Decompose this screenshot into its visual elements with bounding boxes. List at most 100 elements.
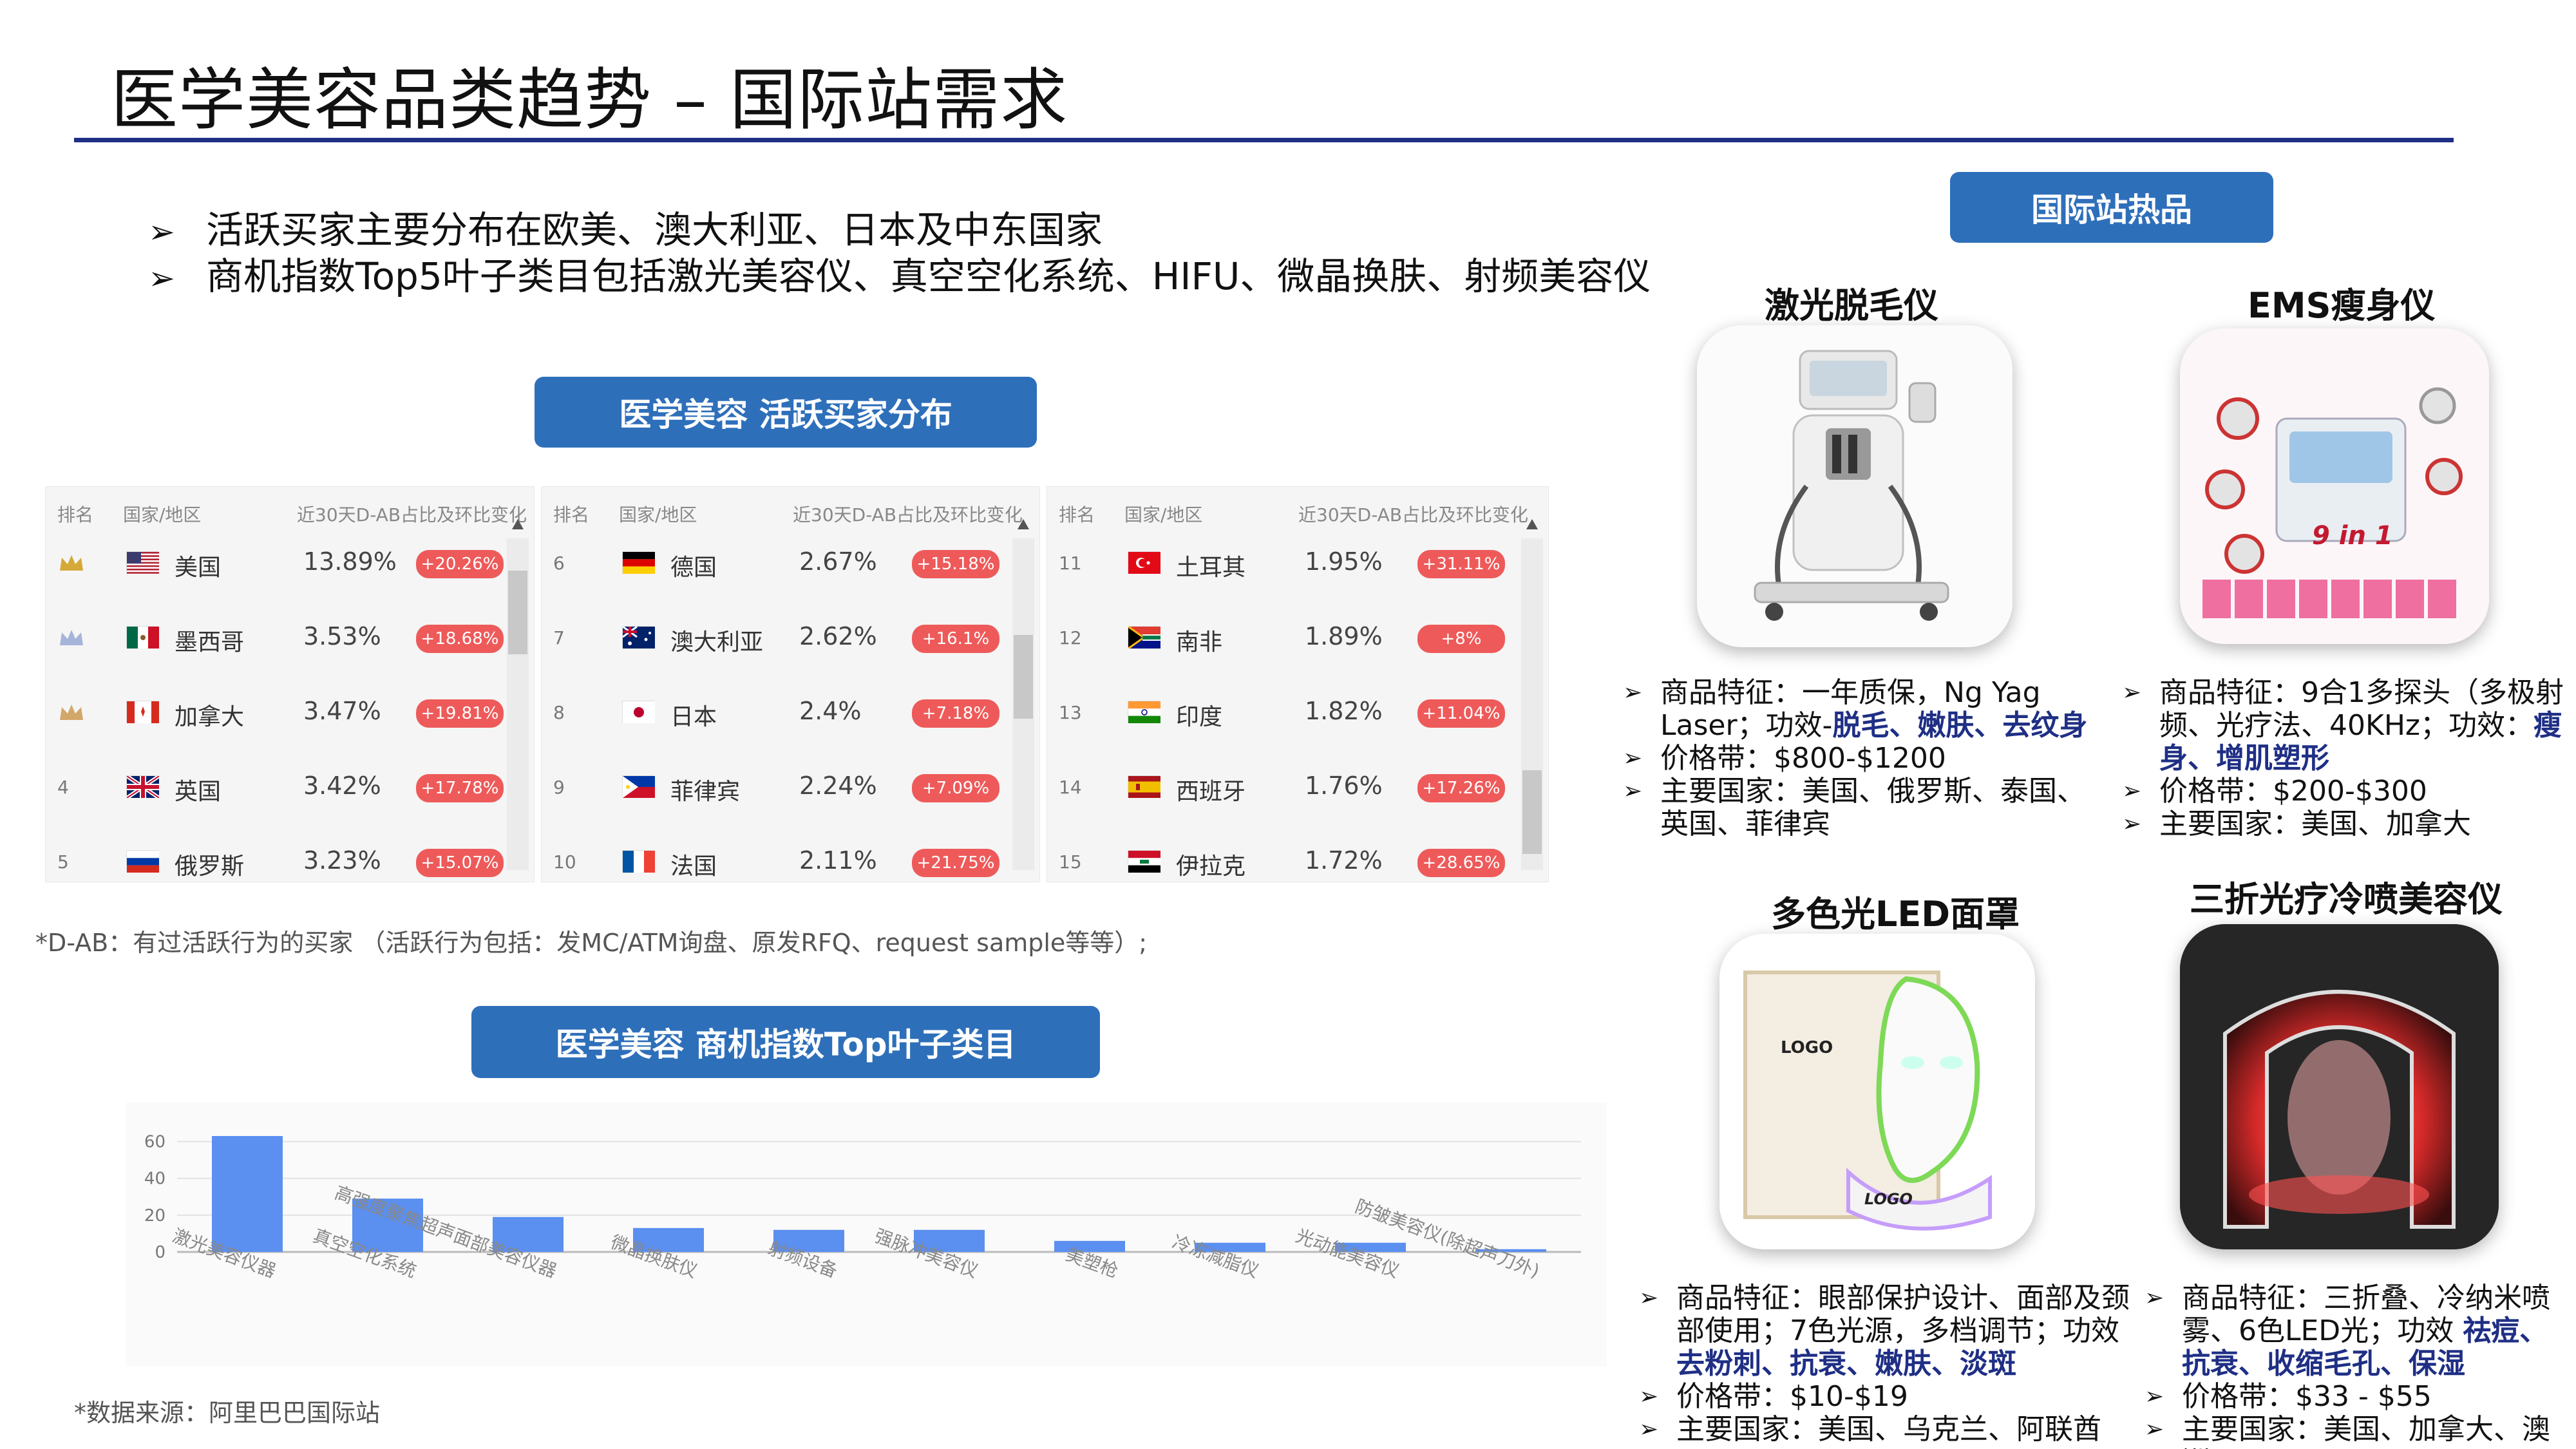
product-detail-line: 价格带：$800-$1200 xyxy=(1623,742,2106,775)
scrollbar-thumb[interactable] xyxy=(1522,770,1542,854)
change-badge: +17.26% xyxy=(1417,774,1505,802)
share-value: 3.53% xyxy=(303,622,381,650)
change-badge: +15.18% xyxy=(912,550,999,578)
scrollbar[interactable] xyxy=(1521,519,1543,870)
footnote: *D-AB：有过活跃行为的买家 （活跃行为包括：发MC/ATM询盘、原发RFQ、… xyxy=(35,929,1148,957)
share-value: 2.24% xyxy=(799,772,877,800)
table-row: 墨西哥 3.53% +18.68% xyxy=(46,600,534,675)
flag-jp-icon xyxy=(622,701,655,723)
product-detail-line: 价格带：$10-$19 xyxy=(1639,1380,2135,1413)
scrollbar[interactable] xyxy=(507,519,529,870)
ranking-panel[interactable]: 排名 国家/地区 近30天D-AB占比及环比变化 6 德国 2.67% +15.18% 7 澳大… xyxy=(541,486,1040,882)
y-tick-label: 40 xyxy=(144,1170,166,1189)
bullet-text: 活跃买家主要分布在欧美、澳大利亚、日本及中东国家 xyxy=(206,208,1103,252)
ranking-panel[interactable]: 排名 国家/地区 近30天D-AB占比及环比变化 美国 13.89% +20.26% 墨西哥… xyxy=(45,486,535,882)
country-name: 菲律宾 xyxy=(670,779,741,805)
product-title: 激光脱毛仪 xyxy=(1765,285,1938,326)
product-detail-line: 商品特征：9合1多探头（多极射频、光疗法、40KHz；功效：瘦身、增肌塑形 xyxy=(2122,676,2566,775)
product-effect-highlight: 脱毛、嫩肤、去纹身 xyxy=(1832,709,2088,742)
table-row: 14 西班牙 1.76% +17.26% xyxy=(1047,750,1548,824)
product-detail-text: 价格带：$10-$19 xyxy=(1676,1380,1908,1413)
country-name: 印度 xyxy=(1176,704,1223,730)
flag-ph-icon xyxy=(622,775,655,798)
flag-in-icon xyxy=(1128,701,1160,723)
product-detail-line: 商品特征：一年质保，Ng Yag Laser；功效-脱毛、嫩肤、去纹身 xyxy=(1623,676,2106,742)
scroll-up-icon[interactable] xyxy=(512,519,524,529)
led-mask-logo: LOGO xyxy=(1864,1190,1913,1208)
country-name: 澳大利亚 xyxy=(670,629,764,656)
led-box-logo: LOGO xyxy=(1781,1038,1833,1057)
country-name: 加拿大 xyxy=(175,704,245,730)
section-label-top-categories: 医学美容 商机指数Top叶子类目 xyxy=(471,1006,1100,1078)
product-title: 多色光LED面罩 xyxy=(1771,894,2020,934)
table-row: 15 伊拉克 1.72% +28.65% xyxy=(1047,824,1548,882)
flag-tr-icon xyxy=(1128,551,1160,574)
share-value: 1.76% xyxy=(1305,772,1383,800)
product-detail-line: 主要国家：美国、俄罗斯、泰国、英国、菲律宾 xyxy=(1623,775,2106,840)
flag-es-icon xyxy=(1128,775,1160,798)
scroll-up-icon[interactable] xyxy=(1526,519,1538,529)
country-name: 土耳其 xyxy=(1176,554,1246,581)
flag-za-icon xyxy=(1128,625,1160,650)
country-name: 南非 xyxy=(1176,629,1223,656)
country-name: 法国 xyxy=(670,853,717,880)
product-detail-text: 主要国家：美国、俄罗斯、泰国、英国、菲律宾 xyxy=(1660,775,2085,840)
product-title: EMS瘦身仪 xyxy=(2248,285,2436,326)
section-label-buyers: 医学美容 活跃买家分布 xyxy=(535,377,1037,448)
ranking-panel[interactable]: 排名 国家/地区 近30天D-AB占比及环比变化 11 土耳其 1.95% +31.11% 1… xyxy=(1046,486,1549,882)
flag-de-icon xyxy=(622,551,655,574)
led-mask-icon: LOGO LOGO xyxy=(1719,934,2035,1249)
share-value: 3.23% xyxy=(303,846,381,875)
top-category-chart: 0204060激光美容仪器 真空空化系统高强度聚焦超声面部美容仪器 微晶换肤仪 射频设… xyxy=(144,1133,1581,1282)
y-tick-label: 20 xyxy=(144,1206,166,1226)
change-badge: +11.04% xyxy=(1417,699,1505,728)
top-category-chart-panel: 0 20 40 60 激光美容仪器 真空空化系统 高强度聚焦超声面部美容仪器 微晶换肤仪 射频设… xyxy=(126,1103,1607,1367)
product-detail-text: 主要国家：美国、加拿大、澳洲 xyxy=(2182,1413,2550,1449)
product-description: 商品特征：9合1多探头（多极射频、光疗法、40KHz；功效：瘦身、增肌塑形价格带… xyxy=(2122,676,2566,840)
table-row: 8 日本 2.4% +7.18% xyxy=(542,675,1039,750)
table-row: 4 英国 3.42% +17.78% xyxy=(46,750,534,824)
product-detail-line: 价格带：$200-$300 xyxy=(2122,775,2566,808)
share-value: 2.67% xyxy=(799,547,877,576)
column-header-share: 近30天D-AB占比及环比变化 xyxy=(297,504,527,526)
country-name: 美国 xyxy=(175,554,222,581)
change-badge: +20.26% xyxy=(416,550,504,578)
scroll-up-icon[interactable] xyxy=(1018,519,1029,529)
scrollbar-thumb[interactable] xyxy=(508,571,527,654)
product-description: 商品特征：一年质保，Ng Yag Laser；功效-脱毛、嫩肤、去纹身价格带：$… xyxy=(1623,676,2106,840)
column-header-country: 国家/地区 xyxy=(1124,504,1203,526)
change-badge: +18.68% xyxy=(416,625,504,653)
table-row: 9 菲律宾 2.24% +7.09% xyxy=(542,750,1039,824)
column-header-country: 国家/地区 xyxy=(123,504,202,526)
country-name: 俄罗斯 xyxy=(175,853,245,880)
rank-number: 9 xyxy=(553,777,565,798)
product-effect-highlight: 去粉刺、抗衰、嫩肤、淡斑 xyxy=(1676,1347,2016,1380)
share-value: 2.11% xyxy=(799,846,877,875)
flag-au-icon xyxy=(622,625,655,649)
crown-icon xyxy=(59,703,84,723)
country-name: 德国 xyxy=(670,554,717,581)
bullet-text: 商机指数Top5叶子类目包括激光美容仪、真空空化系统、HIFU、微晶换肤、射频美… xyxy=(206,254,1651,298)
bar xyxy=(212,1136,283,1252)
scrollbar[interactable] xyxy=(1012,519,1034,870)
rank-number: 8 xyxy=(553,702,565,723)
x-tick-label: 冷冻减脂仪 xyxy=(1170,1231,1262,1282)
column-header-country: 国家/地区 xyxy=(619,504,697,526)
flag-ru-icon xyxy=(126,850,159,873)
scrollbar-thumb[interactable] xyxy=(1014,635,1033,719)
product-detail-line: 主要国家：美国、加拿大、澳洲 xyxy=(2145,1413,2576,1449)
rank-number: 10 xyxy=(553,851,576,873)
product-image-laser xyxy=(1697,325,2012,647)
crown-icon xyxy=(59,554,84,573)
product-detail-line: 商品特征：眼部保护设计、面部及颈部使用；7色光源，多档调节；功效 去粉刺、抗衰、… xyxy=(1639,1282,2135,1380)
change-badge: +15.07% xyxy=(416,849,504,877)
product-detail-text: 价格带：$800-$1200 xyxy=(1660,742,1946,775)
change-badge: +19.81% xyxy=(416,699,504,728)
rank-number: 12 xyxy=(1059,627,1082,649)
country-name: 伊拉克 xyxy=(1176,853,1246,880)
y-tick-label: 60 xyxy=(144,1133,166,1152)
column-header-share: 近30天D-AB占比及环比变化 xyxy=(1298,504,1529,526)
product-detail-line: 商品特征：三折叠、冷纳米喷雾、6色LED光；功效 祛痘、抗衰、收缩毛孔、保湿 xyxy=(2145,1282,2576,1380)
table-row: 10 法国 2.11% +21.75% xyxy=(542,824,1039,882)
crown-icon xyxy=(59,629,84,648)
